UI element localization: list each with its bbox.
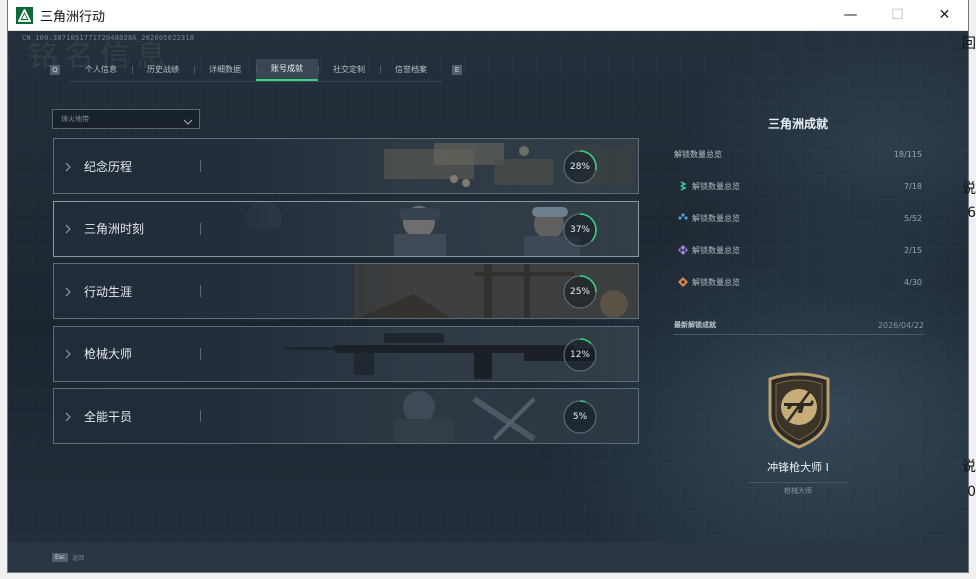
tab-2[interactable]: 详细数据 [194, 59, 256, 81]
chevron-down-icon [183, 110, 193, 129]
latest-unlock-label: 最新解锁成就 [674, 321, 716, 329]
achievement-category-card[interactable]: 枪械大师 12% [53, 325, 639, 382]
footer-bar: Esc 返回 [8, 542, 968, 572]
chevron-right-icon [65, 282, 75, 301]
tab-3[interactable]: 账号成就 [256, 58, 318, 81]
divider [200, 410, 201, 422]
achievement-category-card[interactable]: 行动生涯 25% [53, 263, 639, 319]
summary-title: 三角洲成就 [767, 117, 828, 131]
orange-diamond-icon [678, 277, 688, 287]
category-label: 枪械大师 [84, 347, 133, 361]
background-app-text: 回 [962, 36, 976, 52]
chevron-right-icon [65, 157, 75, 176]
game-client: 铭名信息 CN 100:387105177172048028A_20260502… [8, 31, 968, 572]
category-label: 全能干员 [84, 409, 133, 424]
category-label: 行动生涯 [84, 284, 133, 299]
chevron-right-icon [65, 344, 75, 363]
tab-next-button[interactable]: E [452, 65, 462, 75]
category-label: 纪念历程 [84, 159, 133, 174]
latest-badge-name: 冲锋枪大师 I [767, 461, 829, 474]
session-id: CN 100:387105177172048028A_202605022318 [22, 34, 195, 42]
summary-row: 解锁数量总览 7/18 [674, 179, 924, 193]
teal-chevron-icon [678, 181, 688, 191]
summary-row-value: 7/18 [904, 181, 922, 191]
background-app-text: 说 [962, 181, 976, 197]
achievement-category-card[interactable]: 纪念历程 28% [53, 138, 639, 194]
tab-4[interactable]: 社交定制 [318, 59, 380, 81]
divider [200, 347, 201, 360]
divider [200, 160, 201, 172]
tab-prev-button[interactable]: Q [50, 65, 60, 75]
app-logo-icon [16, 6, 33, 24]
summary-row: 解锁数量总览 5/52 [674, 211, 924, 225]
achievement-category-list: 纪念历程 28% 三角洲时刻 37% 行动生涯 25% 枪械大师 12% 全能干员 5% [53, 138, 639, 451]
summary-row-value: 2/15 [904, 245, 922, 255]
latest-badge-category: 枪械大师 [748, 482, 848, 496]
category-label: 三角洲时刻 [84, 222, 145, 236]
smg-badge-icon[interactable] [764, 369, 834, 449]
title-bar: 三角洲行动 — ☐ ✕ [8, 0, 968, 31]
summary-row-label: 解锁数量总览 [692, 245, 740, 255]
progress-percent: 28% [569, 162, 590, 172]
blue-diamond-cluster-icon [678, 213, 688, 223]
minimize-button[interactable]: — [827, 0, 874, 30]
divider [674, 334, 924, 335]
divider [200, 222, 201, 235]
back-label: 返回 [72, 554, 85, 562]
mode-filter-dropdown[interactable]: 烽火地带 [52, 109, 200, 129]
summary-row-label: 解锁数量总览 [692, 277, 740, 287]
progress-percent: 5% [572, 412, 588, 422]
tab-0[interactable]: 个人信息 [70, 59, 132, 81]
progress-percent: 12% [569, 349, 590, 360]
tab-list: 个人信息 历史战绩 详细数据 账号成就 社交定制 信誉档案 [70, 58, 442, 82]
summary-row-label: 解锁数量总览 [692, 213, 740, 223]
background-app-text: 0 [967, 484, 976, 500]
tab-bar: Q 个人信息 历史战绩 详细数据 账号成就 社交定制 信誉档案 E [50, 58, 462, 82]
tab-1[interactable]: 历史战绩 [132, 59, 194, 81]
summary-row: 解锁数量总览 4/30 [674, 275, 924, 289]
achievement-category-card[interactable]: 三角洲时刻 37% [53, 200, 639, 257]
background-app-text: 说 [962, 459, 976, 475]
mode-filter-value: 烽火地带 [61, 115, 89, 123]
summary-row: 解锁数量总览 2/15 [674, 243, 924, 257]
purple-diamond-cluster-icon [678, 245, 688, 255]
summary-total-label: 解锁数量总览 [674, 149, 722, 159]
maximize-button[interactable]: ☐ [874, 0, 921, 30]
summary-row-label: 解锁数量总览 [692, 181, 740, 191]
game-window: 三角洲行动 — ☐ ✕ 铭名信息 CN 100:3871051771720480… [8, 0, 968, 572]
chevron-right-icon [65, 407, 75, 426]
summary-total-row: 解锁数量总览 18/115 [674, 147, 924, 161]
tab-5[interactable]: 信誉档案 [380, 59, 442, 81]
summary-row-value: 5/52 [904, 213, 922, 223]
esc-key-hint[interactable]: Esc [52, 552, 69, 562]
chevron-right-icon [65, 219, 75, 238]
background-app-text: 6 [967, 205, 976, 221]
latest-unlock-header: 最新解锁成就 2026/04/22 [674, 319, 924, 331]
progress-percent: 37% [569, 224, 590, 235]
close-button[interactable]: ✕ [921, 0, 968, 30]
summary-total-value: 18/115 [893, 149, 922, 159]
summary-row-value: 4/30 [904, 277, 922, 287]
divider [200, 285, 201, 297]
progress-percent: 25% [569, 287, 590, 297]
window-title: 三角洲行动 [40, 9, 106, 25]
achievement-category-card[interactable]: 全能干员 5% [53, 388, 639, 444]
latest-unlock-date: 2026/04/22 [877, 320, 924, 330]
